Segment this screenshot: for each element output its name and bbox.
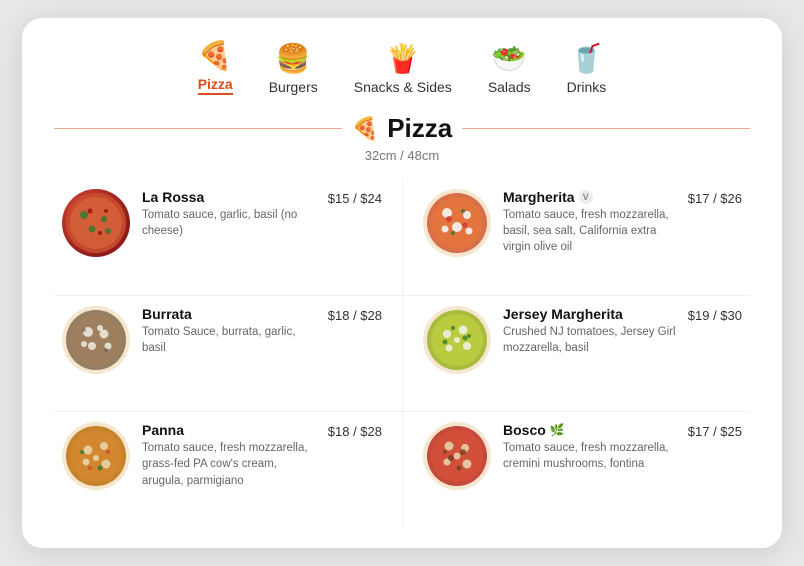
pizza-image-la-rossa	[62, 189, 130, 257]
section-pizza-icon: 🍕	[352, 116, 379, 142]
item-price-margherita: $17 / $26	[688, 189, 742, 206]
pizza-image-panna	[62, 422, 130, 490]
item-info-margherita: Margherita V Tomato sauce, fresh mozzare…	[503, 189, 676, 255]
pizza-image-jersey-margherita	[423, 306, 491, 374]
item-info-jersey-margherita: Jersey Margherita Crushed NJ tomatoes, J…	[503, 306, 676, 356]
salads-nav-icon: 🥗	[492, 45, 527, 73]
item-info-burrata: Burrata Tomato Sauce, burrata, garlic, b…	[142, 306, 316, 356]
pizza-image-margherita	[423, 189, 491, 257]
snacks-nav-icon: 🍟	[385, 45, 420, 73]
nav-item-snacks[interactable]: 🍟 Snacks & Sides	[354, 45, 452, 95]
burgers-nav-label: Burgers	[269, 79, 318, 95]
item-desc-margherita: Tomato sauce, fresh mozzarella, basil, s…	[503, 207, 676, 255]
section-header: 🍕 Pizza	[54, 113, 750, 144]
header-line-right	[462, 128, 750, 130]
menu-item-jersey-margherita: Jersey Margherita Crushed NJ tomatoes, J…	[402, 296, 750, 413]
item-price-jersey-margherita: $19 / $30	[688, 306, 742, 323]
item-desc-bosco: Tomato sauce, fresh mozzarella, cremini …	[503, 440, 676, 472]
item-info-bosco: Bosco 🌿 Tomato sauce, fresh mozzarella, …	[503, 422, 676, 472]
item-desc-la-rossa: Tomato sauce, garlic, basil (no cheese)	[142, 207, 316, 239]
nav-item-salads[interactable]: 🥗 Salads	[488, 45, 531, 95]
margherita-badge: V	[579, 190, 593, 204]
drinks-nav-icon: 🥤	[569, 45, 604, 73]
nav-item-burgers[interactable]: 🍔 Burgers	[269, 45, 318, 95]
menu-grid: La Rossa Tomato sauce, garlic, basil (no…	[54, 179, 750, 528]
pizza-nav-label: Pizza	[198, 76, 233, 95]
salads-nav-label: Salads	[488, 79, 531, 95]
menu-item-margherita: Margherita V Tomato sauce, fresh mozzare…	[402, 179, 750, 296]
item-name-bosco: Bosco 🌿	[503, 422, 676, 438]
item-name-la-rossa: La Rossa	[142, 189, 316, 205]
pizza-image-bosco	[423, 422, 491, 490]
item-price-panna: $18 / $28	[328, 422, 382, 439]
item-info-panna: Panna Tomato sauce, fresh mozzarella, gr…	[142, 422, 316, 488]
item-info-la-rossa: La Rossa Tomato sauce, garlic, basil (no…	[142, 189, 316, 239]
item-desc-panna: Tomato sauce, fresh mozzarella, grass-fe…	[142, 440, 316, 488]
pizza-image-burrata	[62, 306, 130, 374]
item-name-jersey-margherita: Jersey Margherita	[503, 306, 676, 322]
nav-item-pizza[interactable]: 🍕 Pizza	[198, 42, 233, 95]
snacks-nav-label: Snacks & Sides	[354, 79, 452, 95]
section-title: 🍕 Pizza	[352, 113, 452, 144]
nav-item-drinks[interactable]: 🥤 Drinks	[567, 45, 607, 95]
bosco-leaf-icon: 🌿	[550, 423, 565, 437]
item-name-burrata: Burrata	[142, 306, 316, 322]
drinks-nav-label: Drinks	[567, 79, 607, 95]
item-price-bosco: $17 / $25	[688, 422, 742, 439]
burgers-nav-icon: 🍔	[276, 45, 311, 73]
menu-card: 🍕 Pizza 🍔 Burgers 🍟 Snacks & Sides 🥗 Sal…	[22, 18, 782, 548]
item-desc-burrata: Tomato Sauce, burrata, garlic, basil	[142, 324, 316, 356]
category-nav: 🍕 Pizza 🍔 Burgers 🍟 Snacks & Sides 🥗 Sal…	[54, 42, 750, 95]
item-price-la-rossa: $15 / $24	[328, 189, 382, 206]
menu-item-burrata: Burrata Tomato Sauce, burrata, garlic, b…	[54, 296, 402, 413]
section-subtitle: 32cm / 48cm	[54, 148, 750, 163]
item-name-panna: Panna	[142, 422, 316, 438]
section-title-text: Pizza	[387, 113, 452, 144]
header-line-left	[54, 128, 342, 130]
item-name-margherita: Margherita V	[503, 189, 676, 205]
pizza-nav-icon: 🍕	[198, 42, 233, 70]
menu-item-bosco: Bosco 🌿 Tomato sauce, fresh mozzarella, …	[402, 412, 750, 528]
menu-item-panna: Panna Tomato sauce, fresh mozzarella, gr…	[54, 412, 402, 528]
menu-item-la-rossa: La Rossa Tomato sauce, garlic, basil (no…	[54, 179, 402, 296]
item-desc-jersey-margherita: Crushed NJ tomatoes, Jersey Girl mozzare…	[503, 324, 676, 356]
item-price-burrata: $18 / $28	[328, 306, 382, 323]
